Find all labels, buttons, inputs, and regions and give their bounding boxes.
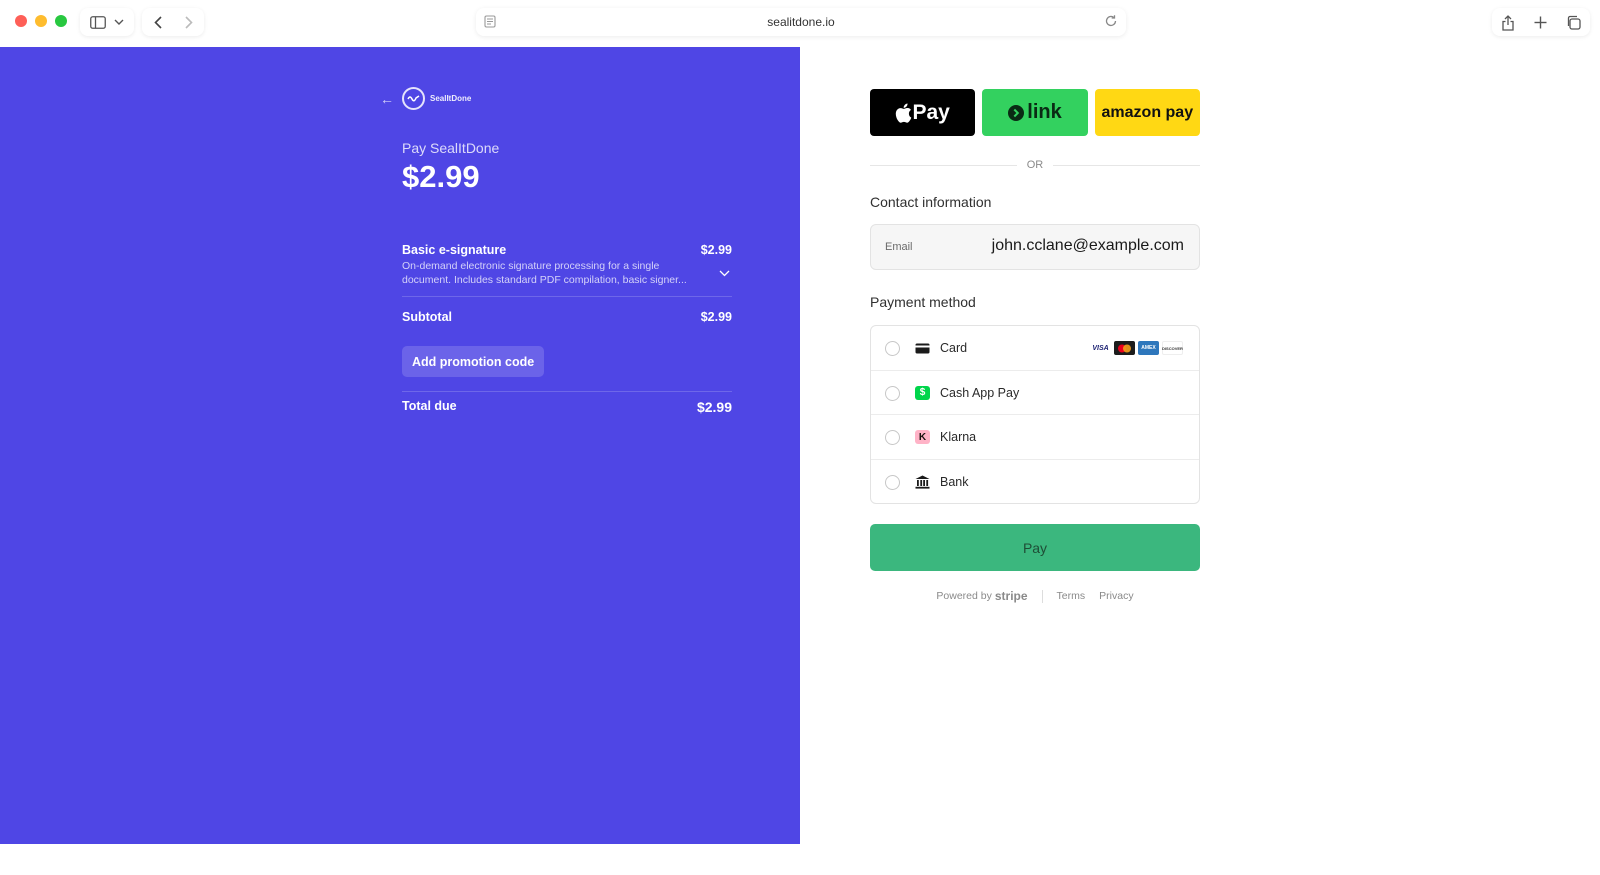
new-tab-icon[interactable] — [1534, 16, 1547, 29]
klarna-icon: K — [915, 430, 930, 444]
total-due-row: Total due $2.99 — [402, 399, 732, 415]
bank-label: Bank — [940, 474, 969, 489]
back-button[interactable] — [142, 15, 173, 29]
cash-app-icon: $ — [915, 385, 930, 400]
credit-card-icon — [915, 341, 930, 355]
back-arrow-icon[interactable]: ← — [380, 91, 394, 107]
mastercard-icon — [1114, 341, 1135, 355]
card-brands: VISA AMEX DISCOVER — [1090, 341, 1183, 355]
apple-logo-icon — [896, 103, 912, 123]
total-amount: $2.99 — [402, 159, 480, 194]
visa-icon: VISA — [1090, 341, 1111, 355]
bank-icon — [915, 475, 930, 489]
checkout-footer: Powered by stripe Terms Privacy — [870, 589, 1200, 603]
email-value[interactable]: john.cclane@example.com — [992, 237, 1184, 255]
email-label: Email — [885, 241, 913, 253]
payment-method-list: Card VISA AMEX DISCOVER $ Cash App Pay K… — [870, 325, 1200, 504]
chevron-down-icon — [114, 19, 124, 25]
sidebar-toggle-button[interactable] — [80, 8, 134, 36]
amazon-pay-label: amazon pay — [1101, 103, 1194, 121]
pay-button[interactable]: Pay — [870, 524, 1200, 571]
tab-overview-icon[interactable] — [1566, 15, 1581, 30]
email-field[interactable]: Email john.cclane@example.com — [870, 224, 1200, 270]
browser-toolbar: sealitdone.io — [0, 0, 1600, 47]
reader-icon[interactable] — [484, 15, 496, 28]
line-item-name: Basic e-signature — [402, 243, 507, 257]
or-text: OR — [1026, 159, 1044, 171]
divider — [402, 296, 732, 297]
total-due-value: $2.99 — [696, 399, 732, 415]
sidebar-icon — [90, 15, 106, 29]
discover-icon: DISCOVER — [1162, 341, 1183, 355]
expand-chevron-icon[interactable] — [719, 270, 730, 277]
link-label: link — [1027, 101, 1062, 123]
link-arrow-icon — [1008, 104, 1025, 121]
order-summary-panel: ← SealItDone Pay SealItDone $2.99 Basic … — [0, 47, 800, 844]
card-radio[interactable] — [885, 341, 900, 356]
privacy-link[interactable]: Privacy — [1099, 590, 1133, 602]
zoom-window-button[interactable] — [55, 15, 67, 27]
line-item: Basic e-signature $2.99 On-demand electr… — [402, 243, 732, 287]
klarna-radio[interactable] — [885, 430, 900, 445]
browser-actions — [1492, 8, 1590, 36]
apple-pay-button[interactable]: Pay — [870, 89, 976, 136]
total-due-label: Total due — [402, 399, 457, 413]
bank-radio[interactable] — [885, 474, 900, 490]
contact-information-label: Contact information — [870, 194, 992, 210]
payment-method-cash-app[interactable]: $ Cash App Pay — [871, 371, 1199, 415]
line-item-price: $2.99 — [700, 243, 732, 257]
card-label: Card — [940, 341, 968, 355]
payment-method-klarna[interactable]: K Klarna — [871, 415, 1199, 460]
stripe-logo[interactable]: stripe — [995, 589, 1028, 603]
merchant-logo-icon[interactable] — [402, 87, 425, 110]
cash-app-radio[interactable] — [885, 385, 900, 401]
subtotal-value: $2.99 — [700, 310, 732, 324]
amex-icon: AMEX — [1138, 341, 1159, 355]
line-item-description: On-demand electronic signature processin… — [402, 260, 687, 286]
klarna-label: Klarna — [940, 430, 977, 444]
express-checkout: Pay link amazon pay — [870, 89, 1200, 136]
payment-method-bank[interactable]: Bank — [871, 460, 1199, 504]
chevron-left-icon — [153, 15, 162, 29]
divider — [402, 391, 732, 392]
history-navigation — [142, 8, 204, 36]
subtotal-label: Subtotal — [402, 310, 452, 324]
powered-by-text: Powered by — [936, 590, 992, 602]
forward-button[interactable] — [173, 15, 204, 29]
payment-method-label: Payment method — [870, 294, 976, 310]
terms-link[interactable]: Terms — [1057, 590, 1086, 602]
minimize-window-button[interactable] — [35, 15, 47, 27]
close-window-button[interactable] — [15, 15, 27, 27]
pay-to-label: Pay SealItDone — [402, 140, 500, 156]
chevron-right-icon — [184, 15, 193, 29]
payment-method-card[interactable]: Card VISA AMEX DISCOVER — [871, 326, 1199, 371]
cash-app-label: Cash App Pay — [940, 385, 1020, 400]
add-promotion-code-button[interactable]: Add promotion code — [402, 346, 545, 377]
url-text: sealitdone.io — [767, 15, 835, 29]
amazon-pay-button[interactable]: amazon pay — [1094, 89, 1200, 136]
address-bar[interactable]: sealitdone.io — [476, 8, 1126, 36]
reload-icon[interactable] — [1104, 14, 1118, 28]
apple-pay-label: Pay — [912, 100, 950, 124]
share-icon[interactable] — [1501, 14, 1515, 31]
subtotal-row: Subtotal $2.99 — [402, 310, 732, 324]
or-separator: OR — [870, 158, 1200, 172]
merchant-logo-text: SealItDone — [430, 94, 472, 103]
link-pay-button[interactable]: link — [982, 89, 1088, 136]
